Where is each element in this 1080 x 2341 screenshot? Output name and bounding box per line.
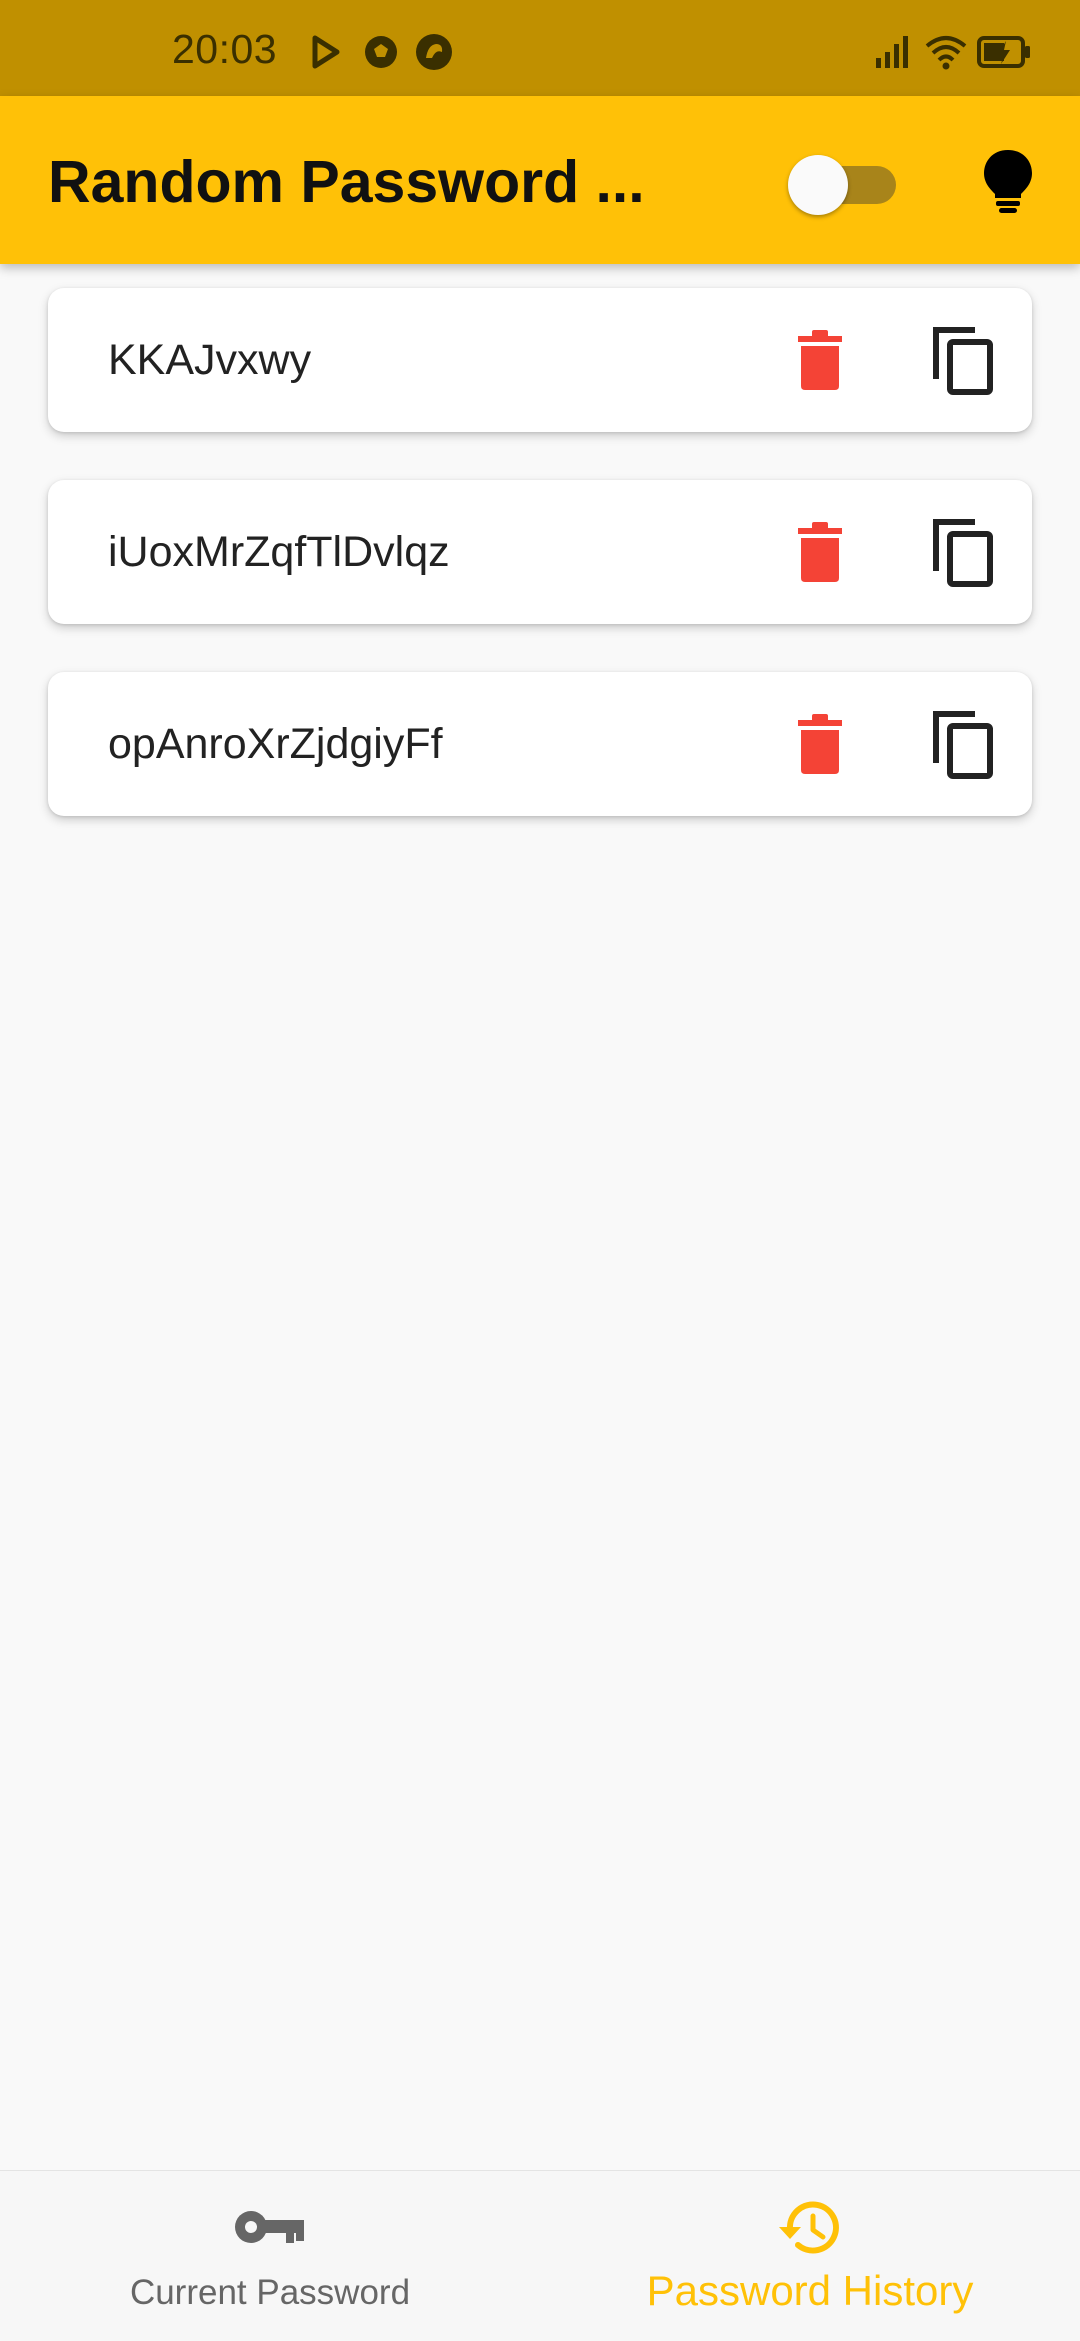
app-bar: Random Password ... [0,96,1080,264]
copy-icon[interactable] [928,706,1004,782]
password-card: KKAJvxwy [48,288,1032,432]
app-title: Random Password ... [48,149,645,215]
nav-current-password[interactable]: Current Password [0,2171,540,2341]
battery-charging-icon [976,32,1032,72]
status-time: 20:03 [172,26,278,72]
password-text: KKAJvxwy [108,336,312,384]
copy-icon[interactable] [928,322,1004,398]
toggle-thumb [788,155,848,215]
password-text: iUoxMrZqfTlDvlqz [108,528,450,576]
lightbulb-icon[interactable] [976,146,1040,216]
wifi-icon [924,32,968,72]
theme-toggle[interactable] [788,144,898,216]
delete-icon[interactable] [784,516,856,588]
key-icon [234,2205,306,2254]
nav-label-current-password: Current Password [129,2273,411,2312]
bottom-navigation: Current Password Password History [0,2170,1080,2341]
copy-icon[interactable] [928,514,1004,590]
soccer-ball-icon [361,32,401,72]
password-text: opAnroXrZjdgiyFf [108,720,443,768]
signal-icon [872,32,914,72]
delete-icon[interactable] [784,324,856,396]
nav-label-password-history: Password History [646,2267,974,2314]
status-bar: 20:03 [0,0,1080,96]
nav-password-history[interactable]: Password History [540,2171,1080,2341]
password-card: iUoxMrZqfTlDvlqz [48,480,1032,624]
play-store-icon [306,32,346,72]
history-icon [776,2197,842,2264]
password-card: opAnroXrZjdgiyFf [48,672,1032,816]
delete-icon[interactable] [784,708,856,780]
notification-app-icon [414,32,454,72]
